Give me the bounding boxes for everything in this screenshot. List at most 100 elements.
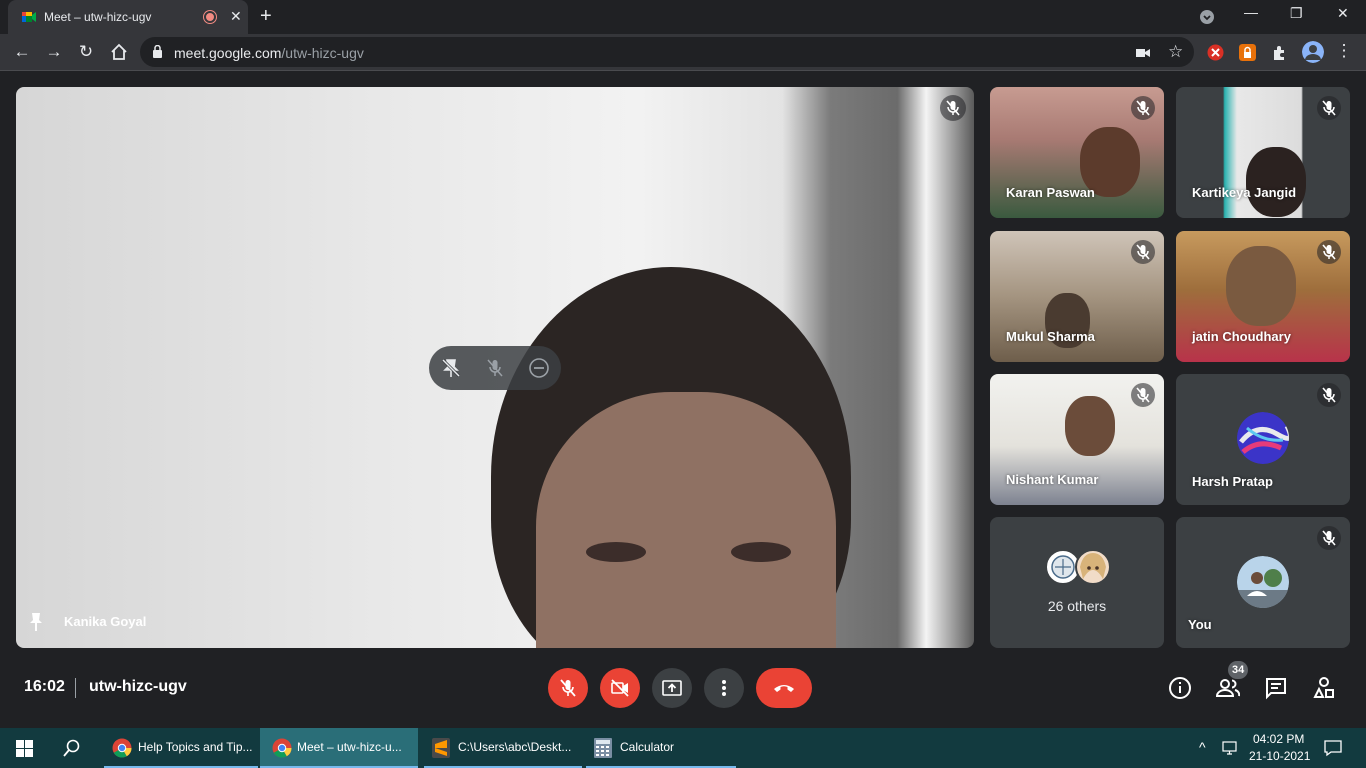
muted-mic-icon xyxy=(1317,96,1341,120)
participant-count-badge: 34 xyxy=(1228,661,1249,679)
close-window-button[interactable]: ✕ xyxy=(1337,5,1349,22)
adblock-extension-icon[interactable] xyxy=(1207,44,1224,61)
chrome-icon xyxy=(112,738,132,758)
windows-start-icon[interactable] xyxy=(16,740,33,757)
participant-name: Karan Paswan xyxy=(1006,185,1095,200)
tile-hover-controls xyxy=(429,346,561,390)
more-options-icon xyxy=(722,680,726,696)
main-speaker-video[interactable]: Kanika Goyal xyxy=(16,87,974,648)
search-icon[interactable] xyxy=(63,739,81,757)
password-extension-icon[interactable] xyxy=(1239,44,1256,61)
muted-mic-icon xyxy=(1131,383,1155,407)
participant-tile[interactable]: Mukul Sharma xyxy=(990,231,1164,362)
mic-off-icon xyxy=(560,679,576,697)
present-screen-icon xyxy=(662,680,682,696)
speaker-face xyxy=(536,392,836,648)
participant-video-face xyxy=(1065,396,1115,456)
taskbar-item-label: Meet – utw-hizc-u... xyxy=(297,740,402,754)
taskbar-item-calculator[interactable]: Calculator xyxy=(586,728,736,768)
participant-tile[interactable]: Karan Paswan xyxy=(990,87,1164,218)
camera-off-icon xyxy=(611,679,629,697)
people-icon[interactable] xyxy=(1216,676,1240,700)
participant-tile[interactable]: Kartikeya Jangid xyxy=(1176,87,1350,218)
chat-icon[interactable] xyxy=(1264,676,1288,700)
remove-participant-icon[interactable] xyxy=(528,357,550,379)
restore-window-button[interactable]: ❐ xyxy=(1290,5,1303,22)
reload-button[interactable]: ↻ xyxy=(76,42,96,62)
more-options-button[interactable] xyxy=(704,668,744,708)
meeting-clock: 16:02 xyxy=(24,678,65,695)
back-button[interactable]: ← xyxy=(12,42,32,62)
notification-center-icon[interactable] xyxy=(1324,739,1342,757)
muted-mic-icon xyxy=(1131,240,1155,264)
participant-video-face xyxy=(1246,147,1306,217)
meet-stage: Kanika Goyal Karan Paswan Kartikeya Jang… xyxy=(0,72,1366,728)
taskbar-item-chrome-help[interactable]: Help Topics and Tip... xyxy=(104,728,258,768)
tab-search-icon[interactable] xyxy=(1199,9,1215,25)
muted-mic-icon xyxy=(1317,526,1341,550)
speaker-eye xyxy=(586,542,646,562)
sublime-text-icon xyxy=(432,738,450,758)
home-icon[interactable] xyxy=(109,43,129,61)
browser-menu-icon[interactable]: ⋮ xyxy=(1334,41,1354,61)
leave-call-button[interactable] xyxy=(756,668,812,708)
extensions-puzzle-icon[interactable] xyxy=(1271,44,1288,61)
tray-date[interactable]: 21-10-2021 xyxy=(1249,749,1310,763)
taskbar-item-chrome-meet[interactable]: Meet – utw-hizc-u... xyxy=(260,728,418,768)
participant-avatar xyxy=(1237,412,1289,464)
calculator-icon xyxy=(594,738,612,758)
participant-tile[interactable]: jatin Choudhary xyxy=(1176,231,1350,362)
camera-toggle-button[interactable] xyxy=(600,668,640,708)
windows-taskbar: Help Topics and Tip... Meet – utw-hizc-u… xyxy=(0,728,1366,768)
participant-tile[interactable]: Nishant Kumar xyxy=(990,374,1164,505)
bookmark-star-icon[interactable]: ☆ xyxy=(1168,42,1183,62)
tray-overflow-chevron-icon[interactable]: ^ xyxy=(1199,739,1206,755)
others-avatar xyxy=(1075,549,1111,585)
chrome-icon xyxy=(272,738,292,758)
minimize-window-button[interactable]: — xyxy=(1244,4,1258,20)
others-tile[interactable]: 26 others xyxy=(990,517,1164,648)
profile-avatar-icon[interactable] xyxy=(1302,41,1324,63)
browser-tab-meet[interactable]: Meet – utw-hizc-ugv ✕ xyxy=(8,0,248,34)
mute-participant-icon[interactable] xyxy=(484,357,506,379)
recording-indicator-icon xyxy=(204,11,216,23)
self-tile[interactable]: You xyxy=(1176,517,1350,648)
activities-icon[interactable] xyxy=(1312,676,1336,700)
meeting-details-icon[interactable] xyxy=(1168,676,1192,700)
forward-button[interactable]: → xyxy=(44,42,64,62)
network-icon[interactable] xyxy=(1222,741,1240,756)
participant-name: Harsh Pratap xyxy=(1192,474,1273,489)
camera-in-use-icon[interactable] xyxy=(1136,47,1150,59)
muted-mic-icon xyxy=(940,95,966,121)
muted-mic-icon xyxy=(1131,96,1155,120)
present-screen-button[interactable] xyxy=(652,668,692,708)
address-bar[interactable]: meet.google.com/utw-hizc-ugv ☆ xyxy=(140,37,1194,67)
divider xyxy=(75,678,76,698)
hang-up-icon xyxy=(774,685,794,692)
taskbar-item-sublime[interactable]: C:\Users\abc\Deskt... xyxy=(424,728,582,768)
url-text: meet.google.com/utw-hizc-ugv xyxy=(174,45,364,61)
tab-title: Meet – utw-hizc-ugv xyxy=(44,10,152,24)
others-count-label: 26 others xyxy=(1047,598,1107,614)
self-avatar xyxy=(1237,556,1289,608)
main-speaker-name: Kanika Goyal xyxy=(64,614,147,629)
browser-toolbar: ← → ↻ meet.google.com/utw-hizc-ugv ☆ ⋮ xyxy=(0,34,1366,71)
participant-name: Nishant Kumar xyxy=(1006,472,1099,487)
pin-icon[interactable] xyxy=(28,612,44,632)
speaker-eye xyxy=(731,542,791,562)
unpin-icon[interactable] xyxy=(440,357,462,379)
google-meet-icon xyxy=(22,12,36,22)
tray-time[interactable]: 04:02 PM xyxy=(1253,732,1304,746)
participant-name: jatin Choudhary xyxy=(1192,329,1291,344)
tab-close-icon[interactable]: ✕ xyxy=(230,8,242,25)
meeting-code: utw-hizc-ugv xyxy=(89,678,187,695)
participant-name: Mukul Sharma xyxy=(1006,329,1095,344)
participant-tile[interactable]: Harsh Pratap xyxy=(1176,374,1350,505)
microphone-toggle-button[interactable] xyxy=(548,668,588,708)
new-tab-button[interactable]: + xyxy=(260,6,272,26)
self-name: You xyxy=(1188,617,1212,632)
muted-mic-icon xyxy=(1317,383,1341,407)
participant-name: Kartikeya Jangid xyxy=(1192,185,1297,200)
taskbar-item-label: Calculator xyxy=(620,740,675,754)
taskbar-item-label: Help Topics and Tip... xyxy=(138,740,253,754)
